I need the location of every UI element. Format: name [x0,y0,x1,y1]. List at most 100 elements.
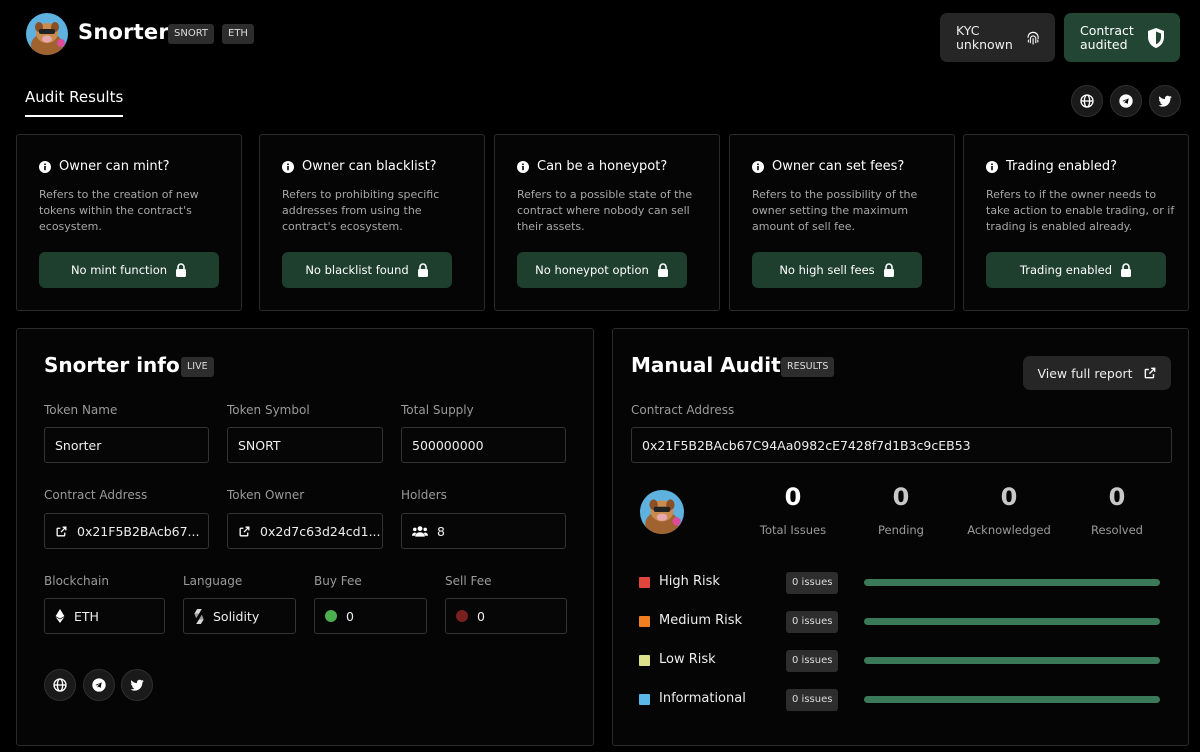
check-card-fees: Owner can set fees? Refers to the possib… [729,134,955,311]
blockchain-value: ETH [74,608,99,624]
risk-issue-count: 0 issues [786,611,839,633]
chain-tag: ETH [222,24,254,44]
info-icon [517,160,529,173]
check-card-mint: Owner can mint? Refers to the creation o… [16,134,242,311]
check-result: No honeypot option [517,252,687,288]
stat-label: Acknowledged [967,523,1051,537]
stat-acknowledged: 0 Acknowledged [954,483,1064,537]
token-symbol-field[interactable]: SNORT [227,427,383,463]
buy-fee-dot [325,610,337,622]
stat-value: 0 [784,483,802,511]
token-name-value: Snorter [55,437,102,453]
fingerprint-icon [1027,31,1039,45]
info-icon [752,160,764,173]
info-twitter-link[interactable] [121,669,153,701]
check-question: Owner can set fees? [772,159,905,174]
token-owner-field[interactable]: 0x2d7c63d24cd1... [227,513,383,549]
info-telegram-link[interactable] [83,669,115,701]
stat-label: Resolved [1091,523,1143,537]
stat-value: 0 [892,483,910,511]
lock-icon [417,263,428,277]
blockchain-field[interactable]: ETH [44,598,165,634]
risk-label: Informational [659,691,746,706]
total-supply-value: 500000000 [412,437,484,453]
external-link-icon [239,526,250,536]
website-link[interactable] [1071,85,1103,117]
token-owner-value: 0x2d7c63d24cd1... [260,523,381,539]
risk-label: Low Risk [659,652,716,667]
check-result: No high sell fees [752,252,922,288]
audit-title: Manual Audit [631,353,781,377]
check-description: Refers to if the owner needs to take act… [986,188,1175,233]
check-result-label: No honeypot option [535,263,649,277]
info-title: Snorter info [44,353,180,377]
language-field[interactable]: Solidity [183,598,296,634]
globe-icon [53,678,67,692]
check-result: No mint function [39,252,219,288]
buy-fee-value: 0 [346,608,354,624]
check-description: Refers to prohibiting specific addresses… [282,188,440,233]
telegram-icon [92,678,106,692]
check-result: Trading enabled [986,252,1166,288]
holders-field[interactable]: 8 [401,513,566,549]
sell-fee-label: Sell Fee [445,574,492,588]
check-result: No blacklist found [282,252,452,288]
audited-label: Contract audited [1080,22,1134,52]
audit-contract-field[interactable]: 0x21F5B2BAcb67C94Aa0982cE7428f7d1B3c9cEB… [631,427,1172,463]
contract-audited-button[interactable]: Contract audited [1064,13,1180,62]
telegram-link[interactable] [1110,85,1142,117]
token-info-panel: Snorter info LIVE Token Name Snorter Tok… [16,328,594,746]
check-result-label: Trading enabled [1019,263,1113,277]
info-website-link[interactable] [44,669,76,701]
risk-issue-count: 0 issues [786,572,839,594]
token-owner-label: Token Owner [227,488,305,502]
audit-contract-value: 0x21F5B2BAcb67C94Aa0982cE7428f7d1B3c9cEB… [642,437,971,453]
manual-audit-panel: Manual Audit RESULTS View full report Co… [612,328,1189,746]
external-link-icon [1144,367,1155,379]
total-supply-field[interactable]: 500000000 [401,427,566,463]
twitter-link[interactable] [1149,85,1181,117]
token-name-field[interactable]: Snorter [44,427,209,463]
risk-color-swatch [639,694,650,705]
check-result-label: No blacklist found [305,263,409,277]
stat-resolved: 0 Resolved [1062,483,1172,537]
token-symbol-value: SNORT [238,437,281,453]
check-description: Refers to the creation of new tokens wit… [39,188,199,233]
contract-address-field[interactable]: 0x21F5B2BAcb67... [44,513,209,549]
stat-total-issues: 0 Total Issues [738,483,848,537]
blockchain-label: Blockchain [44,574,109,588]
sell-fee-field[interactable]: 0 [445,598,567,634]
check-result-label: No high sell fees [779,263,875,277]
stat-value: 0 [1108,483,1126,511]
audit-avatar [640,490,684,534]
tab-audit-results[interactable]: Audit Results [25,88,124,117]
contract-address-value: 0x21F5B2BAcb67... [77,523,200,539]
lock-icon [883,263,894,277]
view-full-report-button[interactable]: View full report [1023,356,1171,390]
info-icon [39,160,51,173]
risk-label: Medium Risk [659,613,743,628]
stat-pending: 0 Pending [846,483,956,537]
language-label: Language [183,574,243,588]
live-badge: LIVE [181,357,214,377]
risk-row-high: High Risk 0 issues [639,571,1163,595]
check-card-blacklist: Owner can blacklist? Refers to prohibiti… [259,134,485,311]
risk-row-low: Low Risk 0 issues [639,649,1163,673]
lock-icon [1121,263,1132,277]
kyc-label: KYC unknown [956,22,1013,52]
total-supply-label: Total Supply [401,403,474,417]
check-question: Owner can blacklist? [302,159,437,174]
check-result-label: No mint function [70,263,168,277]
sell-fee-value: 0 [477,608,485,624]
ethereum-icon [55,609,65,623]
buy-fee-field[interactable]: 0 [314,598,427,634]
risk-issue-count: 0 issues [786,689,839,711]
risk-issue-count: 0 issues [786,650,839,672]
holders-label: Holders [401,488,447,502]
sell-fee-dot [456,610,468,622]
token-symbol-label: Token Symbol [227,403,310,417]
kyc-status-button[interactable]: KYC unknown [940,13,1055,62]
results-badge: RESULTS [781,357,835,377]
check-question: Trading enabled? [1006,159,1118,174]
stat-value: 0 [1000,483,1018,511]
